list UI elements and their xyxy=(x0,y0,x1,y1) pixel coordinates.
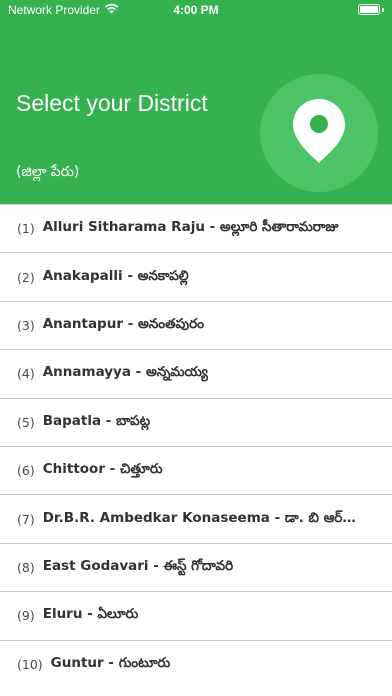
district-row[interactable]: (3) Anantapur - అనంతపురం xyxy=(0,300,392,350)
district-name: Anakapalli - అనకాపల్లి xyxy=(42,267,189,284)
district-number: (1) xyxy=(17,221,35,237)
district-list: (1) Alluri Sitharama Raju - అల్లూరి సీతా… xyxy=(0,204,392,688)
district-number: (6) xyxy=(17,463,35,479)
district-name: Chittoor - చిత్తూరు xyxy=(42,461,163,478)
district-row[interactable]: (6) Chittoor - చిత్తూరు xyxy=(0,445,392,495)
district-number: (2) xyxy=(17,269,35,285)
district-name: Eluru - ఏలూరు xyxy=(42,606,139,623)
district-number: (10) xyxy=(17,656,43,672)
page-title: Select your District xyxy=(16,90,208,116)
district-row[interactable]: (7) Dr.B.R. Ambedkar Konaseema - డా. బి … xyxy=(0,494,392,543)
district-name: Anantapur - అనంతపురం xyxy=(42,315,204,332)
district-number: (4) xyxy=(17,366,35,382)
district-number: (3) xyxy=(17,317,35,333)
page-subtitle: (జిల్లా పేరు) xyxy=(16,164,80,180)
location-badge xyxy=(260,74,378,192)
district-name: Bapatla - బాపట్ల xyxy=(42,412,151,429)
district-number: (9) xyxy=(17,608,35,624)
status-time: 4:00 PM xyxy=(173,3,219,17)
district-name: Guntur - గుంటూరు xyxy=(50,654,171,671)
district-name: Alluri Sitharama Raju - అల్లూరి సీతారామర… xyxy=(42,219,339,236)
header: Network Provider 4:00 PM Select your Dis… xyxy=(0,0,392,204)
district-row[interactable]: (10) Guntur - గుంటూరు xyxy=(0,639,392,688)
district-row[interactable]: (8) East Godavari - ఈస్ట్ గోదావరి xyxy=(0,542,392,592)
battery-icon xyxy=(358,4,384,15)
district-name: Annamayya - అన్నమయ్య xyxy=(42,364,208,381)
district-number: (5) xyxy=(17,414,35,430)
district-number: (8) xyxy=(17,559,35,575)
district-row[interactable]: (5) Bapatla - బాపట్ల xyxy=(0,397,392,446)
location-pin-icon xyxy=(291,97,347,169)
district-row[interactable]: (4) Annamayya - అన్నమయ్య xyxy=(0,349,392,398)
district-row[interactable]: (9) Eluru - ఏలూరు xyxy=(0,591,392,640)
district-name: East Godavari - ఈస్ట్ గోదావరి xyxy=(42,557,234,574)
status-bar: Network Provider 4:00 PM xyxy=(0,0,392,22)
district-row[interactable]: (2) Anakapalli - అనకాపల్లి xyxy=(0,252,392,301)
district-number: (7) xyxy=(17,511,35,527)
district-row[interactable]: (1) Alluri Sitharama Raju - అల్లూరి సీతా… xyxy=(0,204,392,253)
district-name: Dr.B.R. Ambedkar Konaseema - డా. బి ఆర్… xyxy=(42,509,356,526)
